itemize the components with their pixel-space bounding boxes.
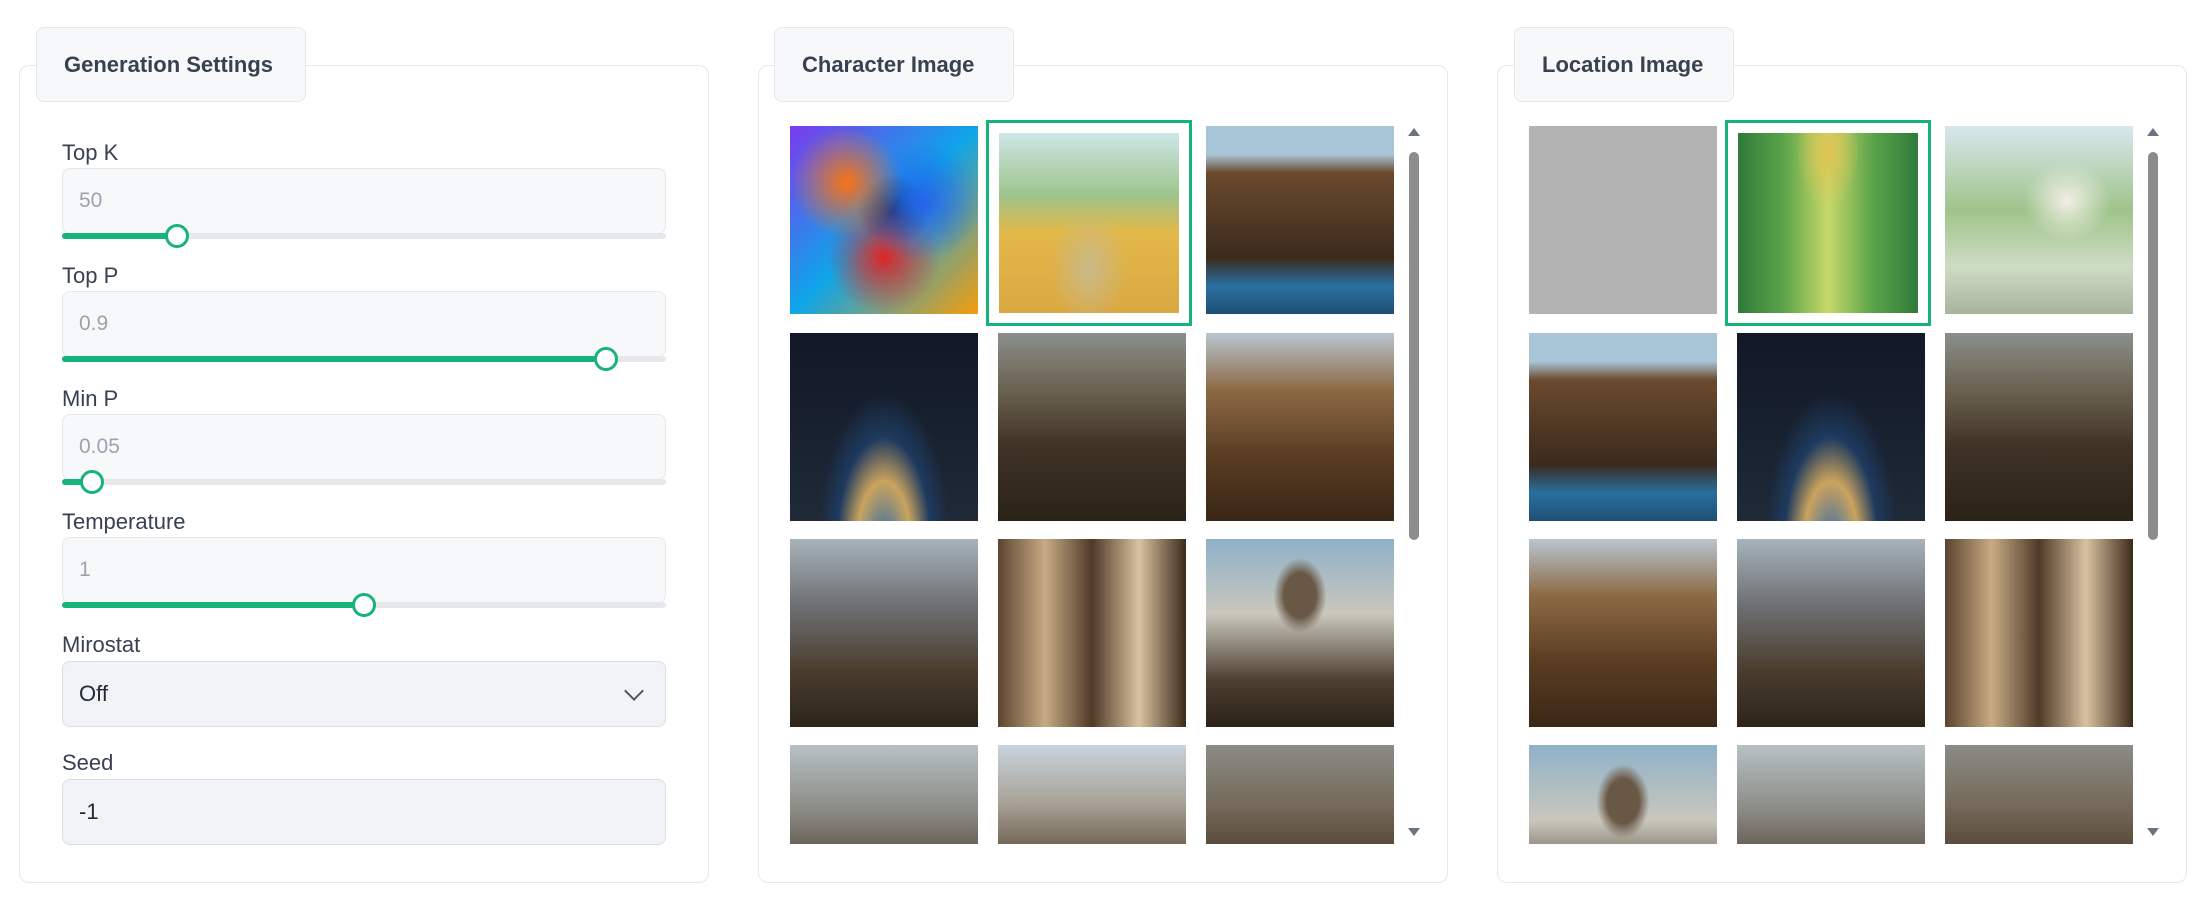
seed-input[interactable]: -1 xyxy=(62,779,666,845)
temperature-slider-fill xyxy=(62,602,364,608)
character-image-tab[interactable]: Character Image xyxy=(774,27,1014,102)
character-image-thumb[interactable] xyxy=(998,745,1186,844)
location-image-thumb[interactable] xyxy=(1945,333,2133,521)
scroll-down-arrow-icon[interactable] xyxy=(1408,828,1420,836)
min-p-input[interactable]: 0.05 xyxy=(62,414,666,480)
min-p-slider[interactable] xyxy=(62,470,666,494)
top-p-input[interactable]: 0.9 xyxy=(62,291,666,357)
top-p-label: Top P xyxy=(62,263,119,288)
scroll-up-arrow-icon[interactable] xyxy=(1408,128,1420,136)
location-image-thumb[interactable] xyxy=(1737,333,1925,521)
character-image-thumb[interactable] xyxy=(1206,539,1394,727)
scrollbar-thumb[interactable] xyxy=(1409,152,1419,540)
temperature-label: Temperature xyxy=(62,509,186,534)
top-k-slider[interactable] xyxy=(62,224,666,248)
location-image-thumb[interactable] xyxy=(1529,539,1717,727)
location-image-thumb[interactable] xyxy=(1529,333,1717,521)
generation-settings-tab[interactable]: Generation Settings xyxy=(36,27,306,102)
top-k-slider-fill xyxy=(62,233,177,239)
chevron-down-icon xyxy=(624,681,644,701)
location-image-gallery xyxy=(1529,120,2149,844)
min-p-slider-thumb[interactable] xyxy=(80,470,105,494)
location-image-thumb[interactable] xyxy=(1945,745,2133,844)
top-p-slider-thumb[interactable] xyxy=(593,347,618,371)
temperature-slider-thumb[interactable] xyxy=(352,593,376,617)
scroll-up-arrow-icon[interactable] xyxy=(2147,128,2159,136)
location-image-tab[interactable]: Location Image xyxy=(1514,27,1734,102)
location-gallery-scrollbar[interactable] xyxy=(2144,122,2162,842)
temperature-slider[interactable] xyxy=(62,593,666,617)
location-image-thumb[interactable] xyxy=(1529,126,1717,314)
character-image-thumb[interactable] xyxy=(790,333,978,521)
scroll-down-arrow-icon[interactable] xyxy=(2147,828,2159,836)
character-image-thumb[interactable] xyxy=(790,539,978,727)
scrollbar-thumb[interactable] xyxy=(2148,152,2158,540)
location-image-thumb[interactable] xyxy=(1945,126,2133,314)
min-p-label: Min P xyxy=(62,386,119,411)
location-image-thumb[interactable] xyxy=(1529,745,1717,844)
location-image-thumb[interactable] xyxy=(1737,539,1925,727)
character-gallery-scrollbar[interactable] xyxy=(1405,122,1423,842)
character-image-thumb[interactable] xyxy=(790,745,978,844)
character-image-thumb[interactable] xyxy=(1206,745,1394,844)
top-p-slider[interactable] xyxy=(62,347,666,371)
mirostat-select[interactable]: Off xyxy=(62,661,666,727)
top-p-slider-fill xyxy=(62,356,606,362)
seed-label: Seed xyxy=(62,750,114,775)
character-image-thumb[interactable] xyxy=(998,333,1186,521)
character-image-gallery xyxy=(790,120,1410,844)
mirostat-selected-value: Off xyxy=(79,681,108,706)
character-image-thumb[interactable] xyxy=(998,539,1186,727)
location-image-thumb-selected[interactable] xyxy=(1725,120,1931,326)
character-image-thumb-selected[interactable] xyxy=(986,120,1192,326)
character-image-thumb[interactable] xyxy=(1206,333,1394,521)
mirostat-label: Mirostat xyxy=(62,632,141,657)
top-k-label: Top K xyxy=(62,140,119,165)
character-image-thumb[interactable] xyxy=(790,126,978,314)
character-image-thumb[interactable] xyxy=(1206,126,1394,314)
top-k-input[interactable]: 50 xyxy=(62,168,666,234)
top-k-slider-thumb[interactable] xyxy=(164,224,189,248)
location-image-thumb[interactable] xyxy=(1737,745,1925,844)
location-image-thumb[interactable] xyxy=(1945,539,2133,727)
